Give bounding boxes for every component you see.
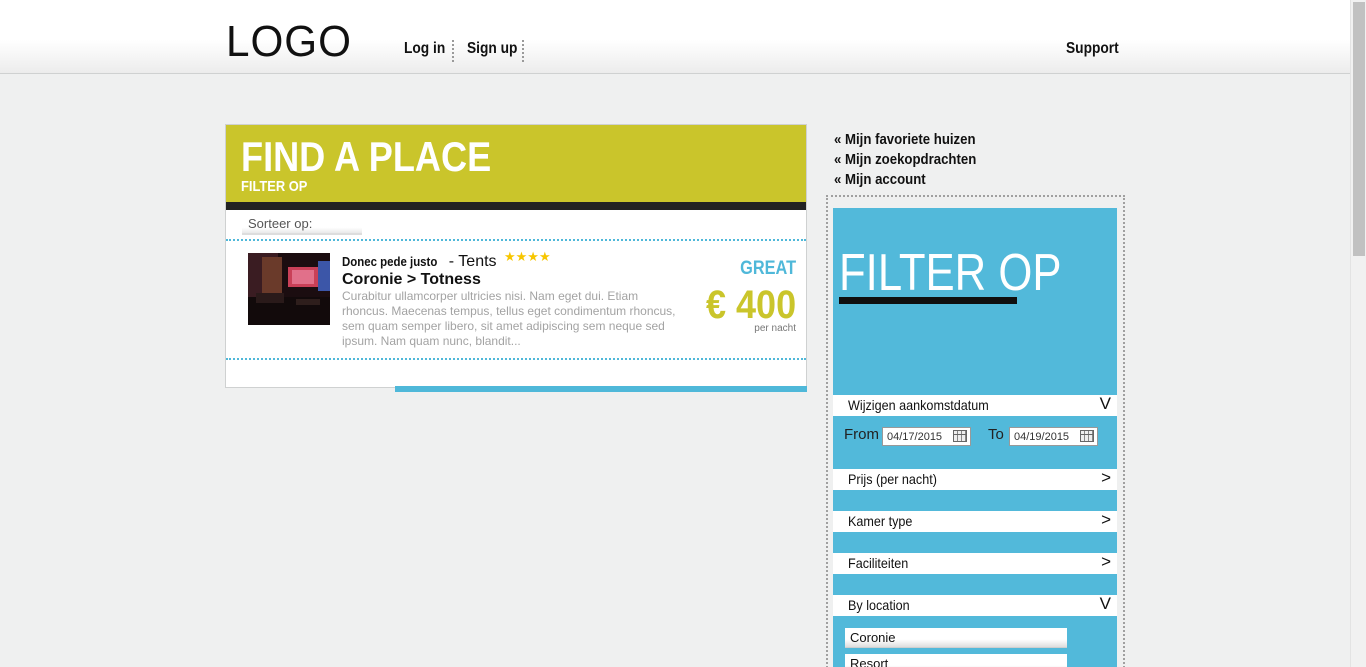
- facilities-toggle[interactable]: Faciliteiten >: [833, 552, 1117, 574]
- calendar-icon[interactable]: [1080, 430, 1094, 442]
- page-subtitle: FILTER OP: [241, 178, 308, 195]
- rating-label: GREAT: [740, 258, 796, 279]
- saved-searches-link[interactable]: « Mijn zoekopdrachten: [834, 151, 976, 168]
- chevron-down-icon: V: [1099, 394, 1111, 413]
- from-label: From: [844, 426, 879, 443]
- chevron-right-icon: >: [1101, 468, 1111, 487]
- location-toggle[interactable]: By location V: [833, 594, 1117, 616]
- results-panel: FIND A PLACE FILTER OP Sorteer op: Donec…: [225, 124, 807, 392]
- chevron-right-icon: >: [1101, 510, 1111, 529]
- calendar-icon[interactable]: [953, 430, 967, 442]
- site-header: LOGO Log in Sign up Support: [0, 0, 1350, 74]
- nav-divider: [452, 40, 454, 62]
- scrollbar-thumb[interactable]: [1353, 2, 1365, 256]
- room-type-toggle[interactable]: Kamer type >: [833, 510, 1117, 532]
- account-link[interactable]: « Mijn account: [834, 171, 926, 188]
- price-filter-label: Prijs (per nacht): [848, 471, 937, 487]
- from-date-input[interactable]: 04/17/2015: [882, 427, 971, 446]
- chevron-down-icon: V: [1099, 594, 1111, 613]
- signup-link[interactable]: Sign up: [467, 40, 517, 58]
- filter-title-underline: [839, 297, 1017, 304]
- page-scrollbar[interactable]: [1350, 0, 1366, 667]
- page-title: FIND A PLACE: [241, 133, 492, 180]
- favorites-link[interactable]: « Mijn favoriete huizen: [834, 131, 976, 148]
- listing-price: € 400: [705, 283, 796, 327]
- filter-title: FILTER OP: [839, 244, 1062, 302]
- to-date-input[interactable]: 04/19/2015: [1009, 427, 1098, 446]
- listing-divider: [226, 358, 806, 360]
- site-logo[interactable]: LOGO: [226, 19, 352, 65]
- from-date-value: 04/17/2015: [887, 431, 943, 443]
- price-filter-toggle[interactable]: Prijs (per nacht) >: [833, 468, 1117, 490]
- facilities-label: Faciliteiten: [848, 555, 909, 571]
- header-divider: [226, 202, 806, 210]
- sort-dropdown[interactable]: Sorteer op:: [242, 215, 362, 235]
- panel-accent-bar: [395, 386, 807, 392]
- listing-title[interactable]: Donec pede justo - Tents: [342, 253, 497, 271]
- arrival-date-label: Wijzigen aankomstdatum: [848, 397, 989, 413]
- listing-divider: [226, 239, 806, 241]
- login-link[interactable]: Log in: [404, 40, 445, 58]
- listing-name[interactable]: Donec pede justo: [342, 254, 437, 269]
- listing-description: Curabitur ullamcorper ultricies nisi. Na…: [342, 289, 676, 348]
- star-rating: ★★★★: [504, 249, 551, 264]
- nav-divider: [522, 40, 524, 62]
- location-option-coronie[interactable]: Coronie: [845, 628, 1067, 648]
- location-label: By location: [848, 597, 910, 613]
- to-date-value: 04/19/2015: [1014, 431, 1070, 443]
- results-header: FIND A PLACE FILTER OP: [226, 125, 806, 202]
- listing-location: Coronie > Totness: [342, 271, 481, 288]
- to-label: To: [988, 426, 1004, 443]
- room-type-label: Kamer type: [848, 513, 913, 529]
- price-unit: per nacht: [754, 323, 796, 334]
- listing-thumbnail[interactable]: [248, 253, 330, 325]
- arrival-date-toggle[interactable]: Wijzigen aankomstdatum V: [833, 394, 1117, 416]
- support-link[interactable]: Support: [1066, 40, 1119, 58]
- chevron-right-icon: >: [1101, 552, 1111, 571]
- location-option-resort[interactable]: Resort: [845, 654, 1067, 667]
- listing-type: - Tents: [444, 253, 497, 270]
